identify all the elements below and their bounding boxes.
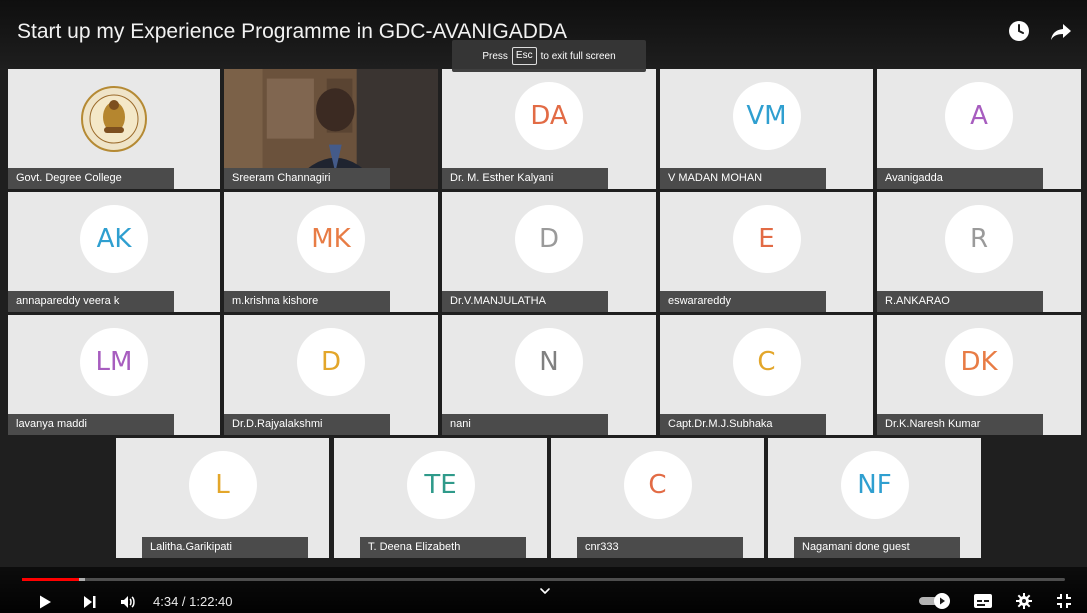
participant-name: Nagamani done guest <box>794 537 960 558</box>
participant-tile[interactable]: VM V MADAN MOHAN <box>660 69 873 189</box>
participant-name: annapareddy veera k <box>8 291 174 312</box>
participant-name: Sreeram Channagiri <box>224 168 390 189</box>
participant-tile[interactable]: DA Dr. M. Esther Kalyani <box>442 69 656 189</box>
participant-name: Capt.Dr.M.J.Subhaka <box>660 414 826 435</box>
participant-avatar: DA <box>515 82 583 150</box>
participant-name: Dr. M. Esther Kalyani <box>442 168 608 189</box>
chevron-down-icon[interactable] <box>538 584 552 598</box>
participant-avatar: AK <box>80 205 148 273</box>
participant-avatar: L <box>188 451 257 519</box>
autoplay-toggle-icon[interactable] <box>917 592 951 610</box>
esc-key-badge: Esc <box>511 47 537 65</box>
progress-played <box>22 578 80 581</box>
participant-avatar: C <box>732 328 801 396</box>
participant-tile[interactable]: DK Dr.K.Naresh Kumar <box>877 315 1081 435</box>
video-player-frame: Start up my Experience Programme in GDC-… <box>0 0 1087 613</box>
participant-tile[interactable]: D Dr.V.MANJULATHA <box>442 192 656 312</box>
participant-avatar: TE <box>406 451 475 519</box>
participant-avatar: D <box>515 205 583 273</box>
right-controls <box>917 592 1073 610</box>
participant-tile[interactable]: NF Nagamani done guest <box>768 438 981 558</box>
progress-bar[interactable] <box>22 578 1065 581</box>
clock-icon[interactable] <box>1007 19 1031 43</box>
participant-tile[interactable]: C Capt.Dr.M.J.Subhaka <box>660 315 873 435</box>
participant-tile[interactable]: R R.ANKARAO <box>877 192 1081 312</box>
participant-tile[interactable]: Govt. Degree College <box>8 69 220 189</box>
participant-tile[interactable]: AK annapareddy veera k <box>8 192 220 312</box>
participant-avatar: E <box>732 205 801 273</box>
participant-name: Avanigadda <box>877 168 1043 189</box>
participant-avatar: DK <box>945 328 1013 396</box>
participant-tile[interactable]: D Dr.D.Rajyalakshmi <box>224 315 438 435</box>
participant-name: nani <box>442 414 608 435</box>
participant-avatar: VM <box>732 82 801 150</box>
participant-tile[interactable]: Nnani <box>442 315 656 435</box>
exit-fullscreen-icon[interactable] <box>1055 592 1073 610</box>
exit-fullscreen-hint: Press Esc to exit full screen <box>452 40 646 72</box>
participant-tile[interactable]: Ccnr333 <box>551 438 764 558</box>
top-right-icons <box>1007 19 1073 43</box>
participant-name: Dr.D.Rajyalakshmi <box>224 414 390 435</box>
participant-name: V MADAN MOHAN <box>660 168 826 189</box>
participant-tile[interactable]: A Avanigadda <box>877 69 1081 189</box>
subtitles-icon[interactable] <box>973 592 993 610</box>
participant-tile[interactable]: Eeswarareddy <box>660 192 873 312</box>
participant-tile[interactable]: TE T. Deena Elizabeth <box>334 438 547 558</box>
participant-name: m.krishna kishore <box>224 291 390 312</box>
participant-name: Lalitha.Garikipati <box>142 537 308 558</box>
volume-icon[interactable] <box>119 593 137 611</box>
share-icon[interactable] <box>1049 19 1073 43</box>
participant-tile[interactable]: MK m.krishna kishore <box>224 192 438 312</box>
participant-avatar: R <box>945 205 1013 273</box>
participant-name: Govt. Degree College <box>8 168 174 189</box>
play-icon[interactable] <box>37 594 53 610</box>
participant-avatar: LM <box>80 328 148 396</box>
participant-name: Dr.K.Naresh Kumar <box>877 414 1043 435</box>
participant-name: cnr333 <box>577 537 743 558</box>
participant-avatar: C <box>623 451 692 519</box>
participant-name: lavanya maddi <box>8 414 174 435</box>
college-logo-icon <box>80 85 148 158</box>
participant-tile[interactable]: Sreeram Channagiri <box>224 69 438 189</box>
participant-avatar: A <box>945 82 1013 150</box>
next-icon[interactable] <box>82 594 98 610</box>
participant-avatar: MK <box>297 205 365 273</box>
participant-name: T. Deena Elizabeth <box>360 537 526 558</box>
time-display: 4:34 / 1:22:40 <box>153 594 233 609</box>
player-controls: 4:34 / 1:22:40 <box>0 567 1087 613</box>
participant-avatar: N <box>515 328 583 396</box>
participant-name: R.ANKARAO <box>877 291 1043 312</box>
settings-icon[interactable] <box>1015 592 1033 610</box>
esc-hint-prefix: Press <box>482 50 508 62</box>
esc-hint-suffix: to exit full screen <box>540 50 616 62</box>
participant-avatar: NF <box>840 451 909 519</box>
participant-tile[interactable]: L Lalitha.Garikipati <box>116 438 329 558</box>
participant-avatar: D <box>297 328 365 396</box>
participant-name: Dr.V.MANJULATHA <box>442 291 608 312</box>
participant-tile[interactable]: LM lavanya maddi <box>8 315 220 435</box>
participant-name: eswarareddy <box>660 291 826 312</box>
controls-row: 4:34 / 1:22:40 <box>0 588 1087 613</box>
